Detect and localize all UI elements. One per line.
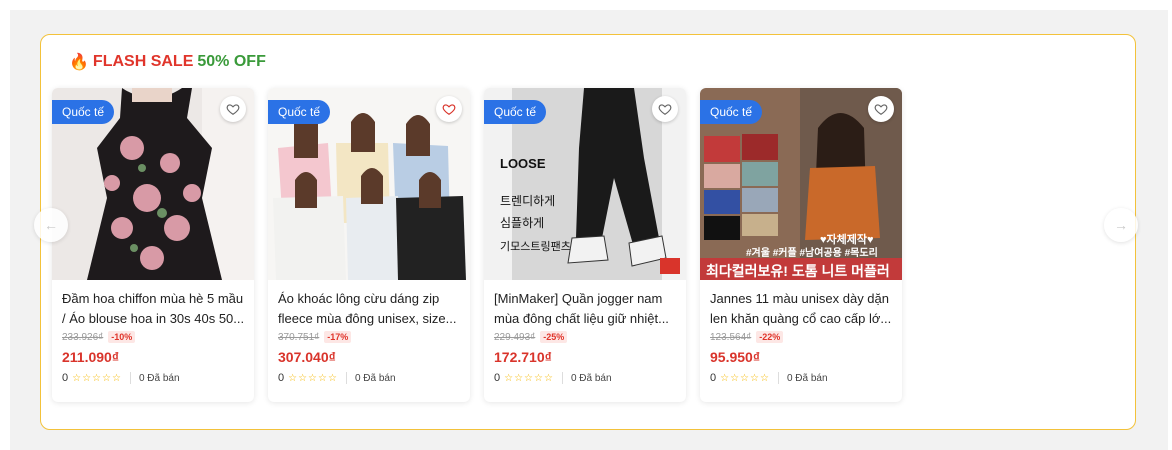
product-image[interactable]: ♥자체제작♥ #겨울 #커플 #남여공용 #목도리 최다컬러보유! 도톰 니트 … [700, 88, 902, 280]
sale-price: 95.950₫ [710, 349, 761, 365]
wishlist-button[interactable] [220, 96, 246, 122]
product-card[interactable]: Quốc tế Áo khoác lông cừu dáng zip fleec… [268, 88, 470, 402]
sold-count: 0 Đã bán [570, 372, 612, 384]
carousel-prev-button[interactable]: ← [34, 208, 68, 242]
sale-price: 211.090₫ [62, 349, 120, 365]
image-caption: #겨울 #커플 #남여공용 #목도리 [746, 248, 878, 259]
sold-count: 0 Đã bán [786, 372, 828, 384]
sale-price: 172.710₫ [494, 349, 552, 365]
original-price: 123.564₫ [710, 331, 752, 343]
divider [777, 372, 779, 384]
price-old-row: 233.926₫ -10% [62, 331, 136, 343]
image-caption: 심플하게 [500, 216, 545, 230]
wishlist-button[interactable] [436, 96, 462, 122]
divider [345, 372, 347, 384]
star-rating-icon: ☆☆☆☆☆ [720, 372, 770, 384]
discount-badge: -10% [108, 331, 136, 343]
international-badge: Quốc tế [484, 100, 547, 124]
discount-badge: -22% [756, 331, 784, 343]
price-old-row: 370.751₫ -17% [278, 331, 352, 343]
product-name[interactable]: [MinMaker] Quần jogger nam mùa đông chất… [494, 289, 678, 329]
product-name[interactable]: Jannes 11 màu unisex dày dặn len khăn qu… [710, 289, 894, 329]
arrow-left-icon: ← [44, 217, 58, 233]
rating-row: 0 ☆☆☆☆☆ 0 Đã bán [278, 372, 396, 384]
rating-row: 0 ☆☆☆☆☆ 0 Đã bán [710, 372, 828, 384]
rating-row: 0 ☆☆☆☆☆ 0 Đã bán [62, 372, 180, 384]
divider [129, 372, 131, 384]
product-card[interactable]: LOOSE 트렌디하게 심플하게 기모스트링팬츠 Quốc tế [MinMak… [484, 88, 686, 402]
wishlist-button[interactable] [868, 96, 894, 122]
flash-sale-title: 🔥 FLASH SALE 50% OFF [69, 52, 266, 72]
image-caption: 최다컬러보유! 도톰 니트 머플러 [706, 263, 890, 279]
sold-count: 0 Đã bán [354, 372, 396, 384]
product-image[interactable]: LOOSE 트렌디하게 심플하게 기모스트링팬츠 Quốc tế [484, 88, 686, 280]
original-price: 233.926₫ [62, 331, 104, 343]
carousel-next-button[interactable]: → [1104, 208, 1138, 242]
international-badge: Quốc tế [700, 100, 763, 124]
star-rating-icon: ☆☆☆☆☆ [72, 372, 122, 384]
star-rating-icon: ☆☆☆☆☆ [288, 372, 338, 384]
discount-badge: -25% [540, 331, 568, 343]
product-name[interactable]: Đầm hoa chiffon mùa hè 5 mầu / Áo blouse… [62, 289, 246, 329]
divider [561, 372, 563, 384]
original-price: 370.751₫ [278, 331, 320, 343]
heart-icon [226, 104, 240, 115]
heart-icon [658, 104, 672, 115]
product-name[interactable]: Áo khoác lông cừu dáng zip fleece mùa đô… [278, 289, 462, 329]
image-caption: LOOSE [500, 156, 546, 171]
wishlist-button[interactable] [652, 96, 678, 122]
arrow-right-icon: → [1114, 217, 1128, 233]
rating-value: 0 [710, 372, 717, 384]
discount-badge: -17% [324, 331, 352, 343]
price-old-row: 123.564₫ -22% [710, 331, 784, 343]
heart-icon [442, 104, 456, 115]
image-caption: 기모스트링팬츠 [500, 241, 571, 253]
sale-price: 307.040₫ [278, 349, 336, 365]
product-image[interactable]: Quốc tế [268, 88, 470, 280]
international-badge: Quốc tế [268, 100, 331, 124]
fire-icon: 🔥 [69, 54, 89, 71]
rating-value: 0 [62, 372, 69, 384]
price-old-row: 229.493₫ -25% [494, 331, 568, 343]
international-badge: Quốc tế [52, 100, 115, 124]
flash-sale-label: FLASH SALE [92, 53, 194, 70]
product-image[interactable]: Quốc tế [52, 88, 254, 280]
rating-value: 0 [494, 372, 501, 384]
product-card[interactable]: ♥자체제작♥ #겨울 #커플 #남여공용 #목도리 최다컬러보유! 도톰 니트 … [700, 88, 902, 402]
image-caption: 트렌디하게 [500, 194, 556, 208]
discount-label: 50% OFF [197, 53, 266, 70]
rating-row: 0 ☆☆☆☆☆ 0 Đã bán [494, 372, 612, 384]
heart-icon [874, 104, 888, 115]
star-rating-icon: ☆☆☆☆☆ [504, 372, 554, 384]
product-card[interactable]: Quốc tế Đầm hoa chiffon mùa hè 5 mầu / Á… [52, 88, 254, 402]
sold-count: 0 Đã bán [138, 372, 180, 384]
original-price: 229.493₫ [494, 331, 536, 343]
rating-value: 0 [278, 372, 285, 384]
